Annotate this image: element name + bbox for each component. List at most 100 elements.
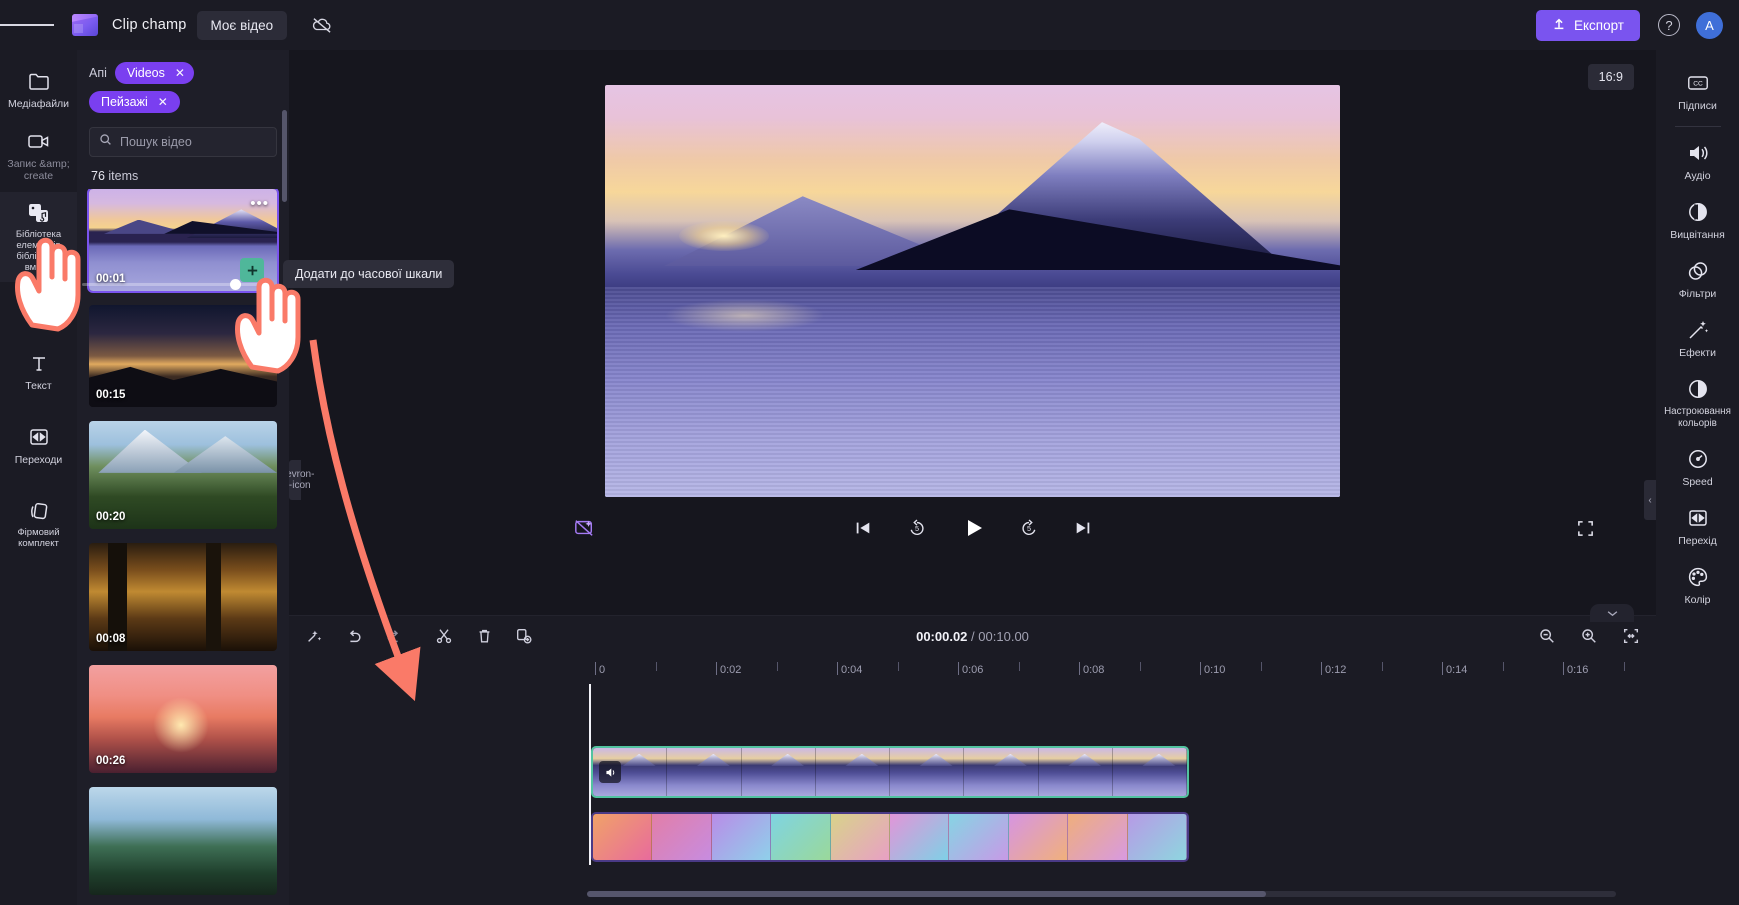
redo-icon[interactable] [383,625,405,647]
more-options-icon[interactable]: ••• [250,195,269,212]
effects-wand-icon [1686,318,1710,342]
clip-duration: 00:15 [96,389,126,401]
sidebar-item-text[interactable]: Текст [0,342,77,400]
sidebar-item-effects[interactable]: Ефекти [1656,309,1739,366]
video-preview-canvas[interactable] [605,85,1340,497]
timeline-tracks[interactable] [289,684,1656,905]
avatar[interactable]: A [1696,11,1723,39]
sidebar-item-brand-kit[interactable]: Фірмовий комплект [0,490,77,558]
table-row[interactable] [591,812,1189,862]
cursor-hand-icon [15,237,81,332]
sidebar-item-label: Аудіо [1684,170,1711,183]
list-item[interactable] [89,787,277,895]
audio-speaker-icon [1686,141,1710,165]
close-icon[interactable]: ✕ [158,95,168,109]
thumbnail-art [89,787,277,895]
filters-icon [1686,259,1710,283]
timeline-horizontal-scrollbar[interactable] [587,891,1616,897]
timeline-toolbar: 00:00.02 / 00:10.00 [289,616,1656,656]
cursor-hand-icon [235,277,301,374]
timeline-ruler[interactable]: 00:020:040:060:080:100:120:140:160:18 [297,656,1709,684]
filter-chip-videos[interactable]: Videos ✕ [114,62,194,84]
sidebar-item-label: Запис &amp; create [7,158,70,183]
sidebar-item-record-create[interactable]: Запис &amp; create [0,120,77,190]
scissors-icon[interactable] [433,625,455,647]
sidebar-item-color-adjust[interactable]: Настроювання кольорів [1656,368,1739,436]
svg-text:5: 5 [914,524,918,533]
filter-chip-label: Пейзажі [101,95,148,109]
sidebar-item-media[interactable]: Медіафайли [0,60,77,118]
items-count: 76 items [77,157,289,189]
search-box[interactable] [89,127,277,157]
panel-scrollbar[interactable] [282,110,287,202]
zoom-in-icon[interactable] [1578,625,1600,647]
rewind-5-icon[interactable]: 5 [904,515,930,541]
ruler-tick-label: 0:06 [962,664,984,676]
sidebar-item-label: Переходи [14,453,63,466]
trash-icon[interactable] [473,625,495,647]
editor-body: Медіафайли Запис &amp; create Бібліотека… [0,50,1739,905]
skip-to-start-icon[interactable] [850,515,876,541]
sidebar-item-label: Підписи [1678,100,1717,112]
auto-caption-off-icon[interactable] [571,515,597,541]
ruler-tick-label: 0:14 [1446,664,1468,676]
list-item[interactable]: 00:20 [89,421,277,529]
hamburger-menu-icon[interactable] [0,0,54,50]
help-icon[interactable]: ? [1658,14,1680,36]
fullscreen-icon[interactable] [1572,515,1598,541]
close-icon[interactable]: ✕ [175,66,185,80]
play-button[interactable] [958,513,988,543]
ruler-minor-tick [1018,662,1020,671]
sidebar-item-fade[interactable]: Вицвітання [1656,191,1739,248]
cloud-off-icon[interactable] [309,12,335,38]
content-library-icon [26,201,52,225]
ruler-tick-label: 0 [599,664,606,676]
project-name-field[interactable]: Моє відео [196,10,288,40]
right-panel-collapse-button[interactable]: ‹ [1644,480,1656,520]
skip-to-end-icon[interactable] [1070,515,1096,541]
player-controls-bar: 5 5 [289,497,1656,559]
duplicate-icon[interactable] [513,625,535,647]
sidebar-item-speed[interactable]: Speed [1656,438,1739,495]
export-label: Експорт [1573,17,1624,33]
sidebar-item-filters[interactable]: Фільтри [1656,250,1739,307]
video-thumbnail-strip [593,748,1187,796]
time-separator: / [971,628,975,644]
search-input[interactable] [120,135,267,149]
filter-chip-label: Videos [126,66,165,80]
color-adjust-icon [1686,377,1710,401]
ruler-minor-tick [1623,662,1625,671]
brand-name: Clip champ [112,17,187,33]
items-count-word: items [108,169,139,183]
fit-to-screen-icon[interactable] [1620,625,1642,647]
ruler-tick-label: 0:12 [1325,664,1347,676]
upload-icon [1552,17,1566,34]
sidebar-item-label: Фільтри [1678,288,1717,301]
list-item[interactable]: 00:26 [89,665,277,773]
zoom-out-icon[interactable] [1536,625,1558,647]
items-count-value: 76 [91,169,105,183]
list-item[interactable]: 00:08 [89,543,277,651]
undo-icon[interactable] [343,625,365,647]
filter-all[interactable]: Апі [89,66,107,80]
sidebar-item-color[interactable]: Колір [1656,556,1739,613]
table-row[interactable] [591,746,1189,798]
transition-icon [1686,506,1710,530]
sidebar-item-label: Перехід [1678,534,1717,547]
speaker-icon[interactable] [599,761,621,783]
ai-magic-icon[interactable] [303,625,325,647]
media-panel-collapse-button[interactable]: chevron-left-icon [276,460,314,500]
sidebar-item-captions[interactable]: CC Підписи [1656,62,1739,119]
sidebar-item-transition[interactable]: Перехід [1656,497,1739,554]
color-palette-icon [1686,565,1710,589]
sidebar-item-audio[interactable]: Аудіо [1656,132,1739,189]
video-camera-icon [26,129,52,153]
export-button[interactable]: Експорт [1535,9,1640,41]
preview-frame-art [605,85,1340,497]
clip-duration: 00:26 [96,755,126,767]
forward-5-icon[interactable]: 5 [1016,515,1042,541]
filter-chip-landscapes[interactable]: Пейзажі ✕ [89,91,180,113]
playhead[interactable] [589,684,591,865]
sidebar-item-transitions[interactable]: Переходи [0,416,77,474]
aspect-ratio-button[interactable]: 16:9 [1587,64,1634,90]
